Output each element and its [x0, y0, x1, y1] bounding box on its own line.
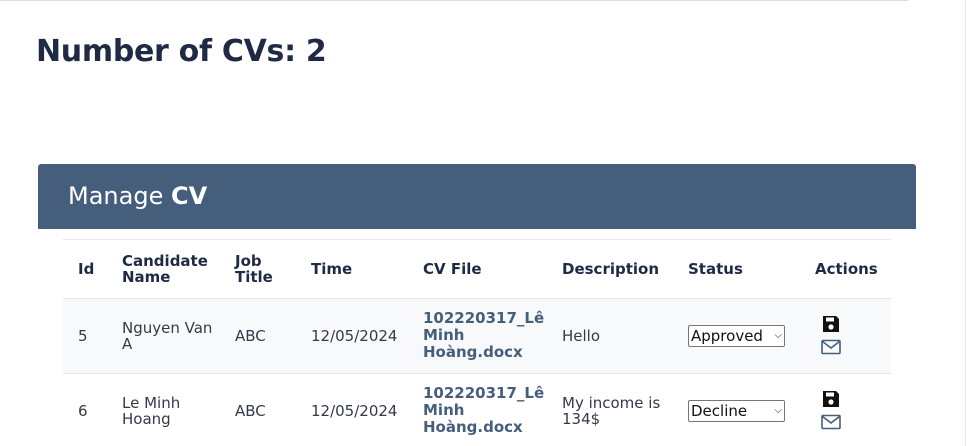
status-selected-value: Approved [691, 326, 763, 345]
cv-table: Id Candidate Name Job Title Time CV File… [63, 240, 891, 446]
cell-status: Decline ⌵ [673, 373, 800, 446]
cell-status: Approved ⌵ [673, 298, 800, 374]
cell-id: 5 [63, 298, 107, 374]
cell-cv-file: 102220317_Lê Minh Hoàng.docx [408, 373, 547, 446]
mail-icon[interactable] [821, 338, 841, 356]
table-row: 5 Nguyen Van A ABC 12/05/2024 102220317_… [63, 298, 891, 374]
cell-candidate-name: Nguyen Van A [107, 298, 220, 374]
cell-job-title: ABC [220, 373, 296, 446]
status-select[interactable]: Approved ⌵ [688, 324, 785, 347]
cv-count-title: Number of CVs: 2 [36, 34, 327, 69]
col-header-description: Description [547, 240, 673, 299]
cell-actions [800, 373, 891, 446]
cv-table-container: Id Candidate Name Job Title Time CV File… [63, 239, 891, 446]
chevron-down-icon: ⌵ [774, 404, 782, 416]
chevron-down-icon: ⌵ [774, 329, 782, 341]
cell-description: Hello [547, 298, 673, 374]
header-title-strong: CV [170, 182, 208, 210]
status-selected-value: Decline [691, 401, 748, 420]
manage-cv-header: Manage CV [38, 164, 916, 229]
row-actions [815, 390, 891, 431]
cell-time: 12/05/2024 [296, 373, 408, 446]
col-header-time: Time [296, 240, 408, 299]
cv-file-link[interactable]: 102220317_Lê Minh Hoàng.docx [423, 385, 547, 436]
cell-description: My income is 134$ [547, 373, 673, 446]
status-select[interactable]: Decline ⌵ [688, 399, 785, 422]
header-title-prefix: Manage [68, 182, 164, 210]
col-header-id: Id [63, 240, 107, 299]
cell-time: 12/05/2024 [296, 298, 408, 374]
top-divider [0, 0, 908, 1]
col-header-job-title: Job Title [220, 240, 296, 299]
col-header-candidate-name: Candidate Name [107, 240, 220, 299]
save-icon[interactable] [821, 315, 841, 333]
col-header-actions: Actions [800, 240, 891, 299]
col-header-cv-file: CV File [408, 240, 547, 299]
mail-icon[interactable] [821, 413, 841, 431]
cell-id: 6 [63, 373, 107, 446]
save-icon[interactable] [821, 390, 841, 408]
table-header-row: Id Candidate Name Job Title Time CV File… [63, 240, 891, 299]
col-header-status: Status [673, 240, 800, 299]
cell-candidate-name: Le Minh Hoang [107, 373, 220, 446]
cell-job-title: ABC [220, 298, 296, 374]
right-divider [965, 0, 966, 446]
cv-file-link[interactable]: 102220317_Lê Minh Hoàng.docx [423, 310, 547, 361]
cell-cv-file: 102220317_Lê Minh Hoàng.docx [408, 298, 547, 374]
table-row: 6 Le Minh Hoang ABC 12/05/2024 102220317… [63, 373, 891, 446]
row-actions [815, 315, 891, 356]
cell-actions [800, 298, 891, 374]
